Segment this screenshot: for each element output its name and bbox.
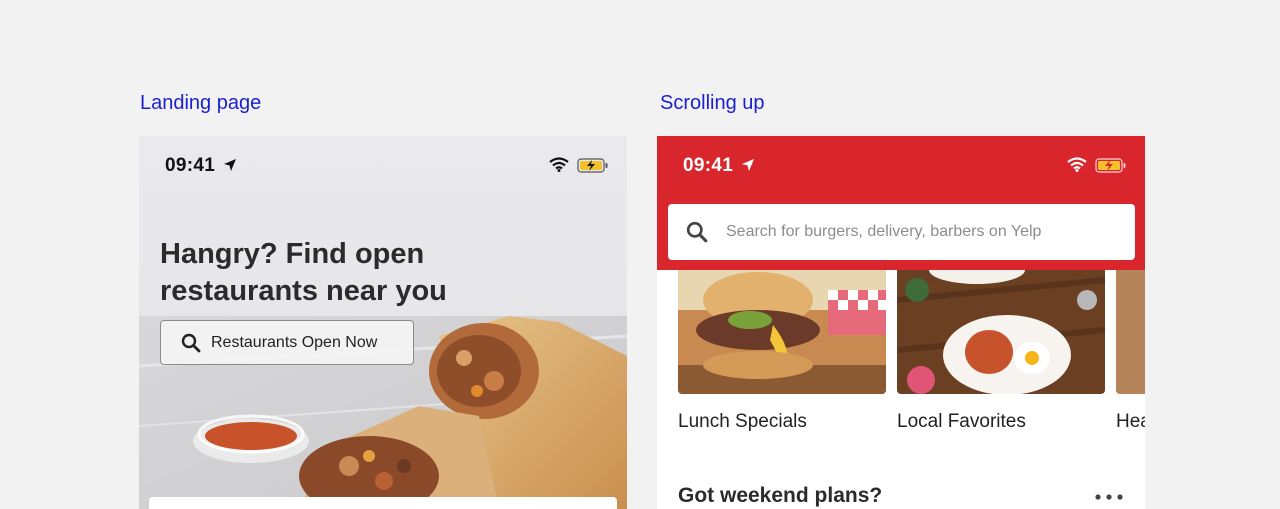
lunch-specials-image xyxy=(678,270,886,394)
category-card-lunch-specials[interactable]: Lunch Specials xyxy=(678,270,886,433)
local-favorites-image xyxy=(896,256,1106,395)
category-carousel[interactable]: Lunch Specials Local Favorites He xyxy=(678,256,1145,432)
category-label: Local Favorites xyxy=(897,411,1026,432)
wifi-icon xyxy=(549,157,569,172)
status-time: 09:41 xyxy=(683,155,734,176)
status-bar: 09:41 xyxy=(139,136,627,194)
sticky-red-header: 09:41 Search for burgers, delivery, barb… xyxy=(657,136,1145,270)
restaurants-open-now-label: Restaurants Open Now xyxy=(211,333,378,351)
category-card-local-favorites[interactable]: Local Favorites xyxy=(896,256,1106,433)
search-icon xyxy=(181,333,201,352)
more-dots-icon[interactable] xyxy=(1094,491,1124,503)
status-time: 09:41 xyxy=(165,155,216,176)
wifi-icon xyxy=(1067,157,1087,172)
search-icon xyxy=(686,221,708,243)
caption-scrolling-up: Scrolling up xyxy=(660,92,765,114)
bottom-card-edge xyxy=(149,497,617,509)
location-arrow-icon xyxy=(742,159,754,171)
search-placeholder: Search for burgers, delivery, barbers on… xyxy=(726,223,1042,240)
hero-title: Hangry? Find open restaurants near you xyxy=(160,238,447,307)
section-title: Got weekend plans? xyxy=(678,484,883,507)
caption-landing-page: Landing page xyxy=(140,92,262,114)
category-label: Lunch Specials xyxy=(678,411,807,432)
category-label: Hea xyxy=(1116,411,1145,432)
landing-screen: 09:41 Hangry? Find open restaurants near… xyxy=(139,136,627,509)
scrolled-screen: Lunch Specials Local Favorites He 09:41 … xyxy=(657,136,1145,509)
battery-charging-icon xyxy=(577,158,608,173)
status-bar: 09:41 xyxy=(657,136,1145,194)
search-input[interactable]: Search for burgers, delivery, barbers on… xyxy=(668,204,1135,260)
healthy-image xyxy=(1116,270,1145,394)
location-arrow-icon xyxy=(224,159,236,171)
battery-charging-icon xyxy=(1095,158,1126,173)
category-card-hea[interactable]: Hea xyxy=(1116,270,1145,433)
restaurants-open-now-button[interactable]: Restaurants Open Now xyxy=(160,320,414,365)
